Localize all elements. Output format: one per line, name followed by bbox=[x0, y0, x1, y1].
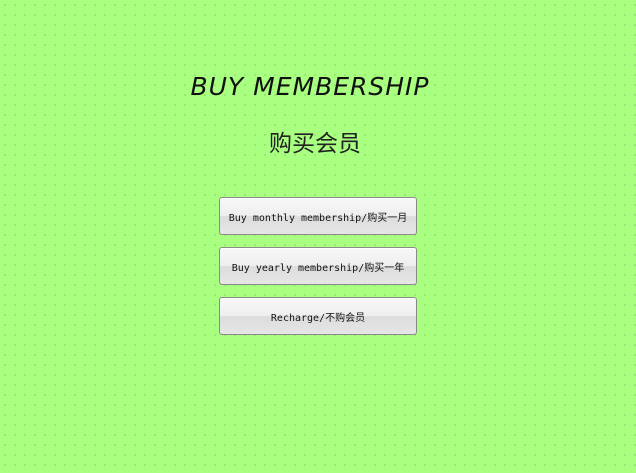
page-subtitle-cn: 购买会员 bbox=[269, 131, 361, 157]
recharge-button[interactable]: Recharge/不购会员 bbox=[219, 297, 417, 335]
page-title: BUY MEMBERSHIP bbox=[190, 72, 430, 101]
membership-window: BUY MEMBERSHIP 购买会员 Buy monthly membersh… bbox=[0, 0, 636, 473]
buy-monthly-button[interactable]: Buy monthly membership/购买一月 bbox=[219, 197, 417, 235]
buy-yearly-button[interactable]: Buy yearly membership/购买一年 bbox=[219, 247, 417, 285]
